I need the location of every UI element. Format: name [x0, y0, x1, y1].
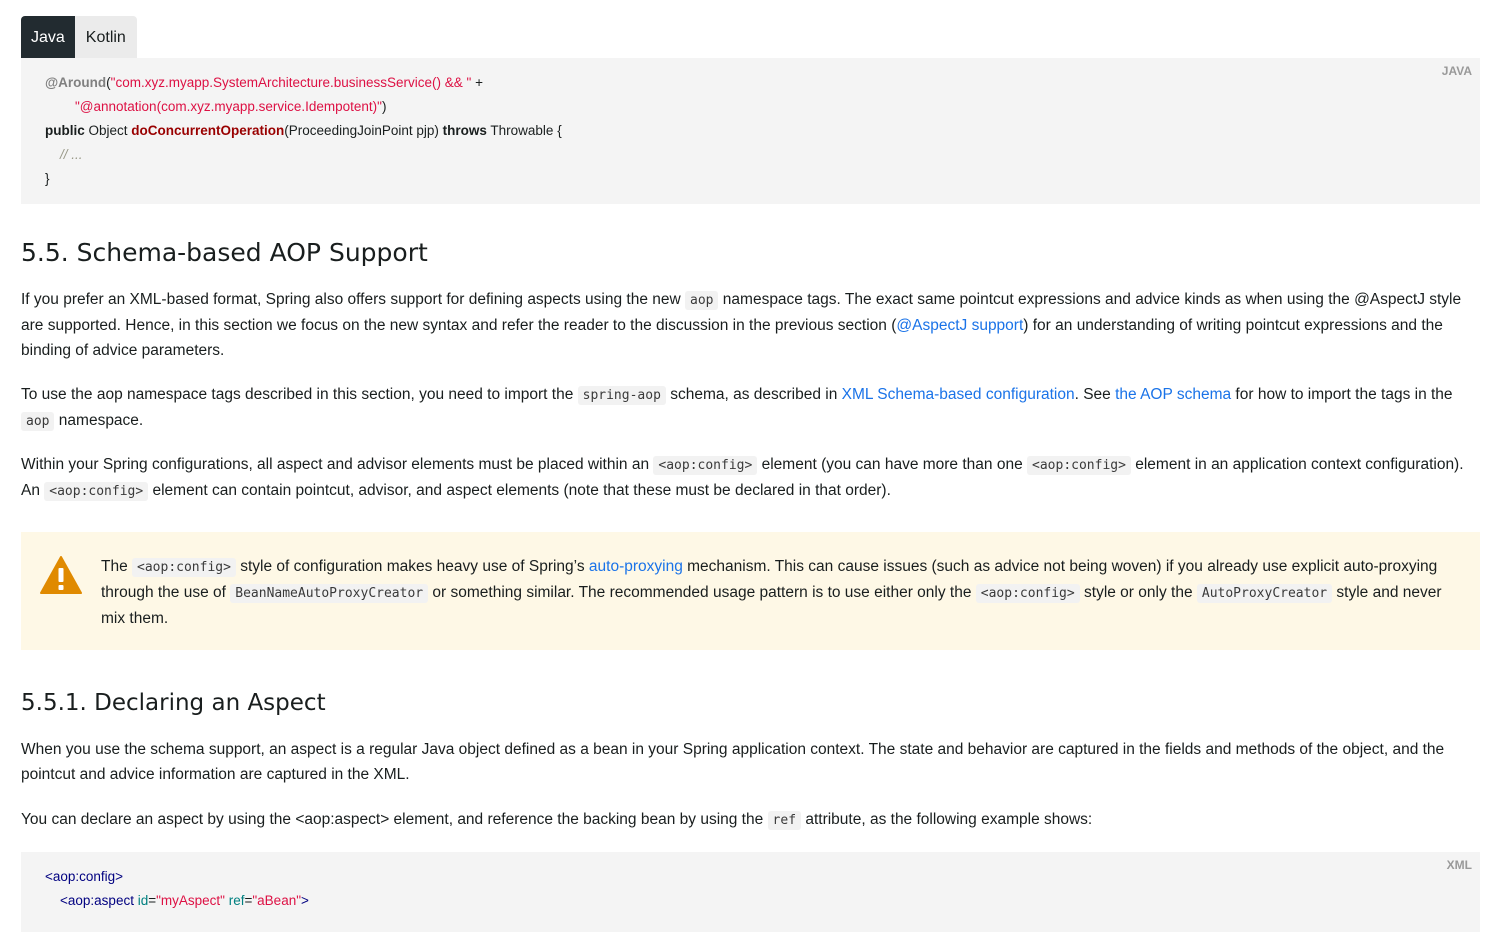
paragraph-schema-support: When you use the schema support, an aspe… — [21, 741, 1445, 783]
code-rest: Throwable { — [486, 123, 562, 138]
code-function-name: doConcurrentOperation — [131, 123, 285, 138]
inline-code: BeanNameAutoProxyCreator — [230, 584, 429, 603]
link-aop-schema[interactable]: the AOP schema — [1115, 386, 1231, 403]
code-tag: <aop:config> — [45, 869, 124, 884]
text: If you prefer an XML-based format, Sprin… — [21, 291, 685, 308]
code-string: "@annotation(com.xyz.myapp.service.Idemp… — [75, 99, 382, 114]
text: or something similar. The recommended us… — [428, 584, 976, 601]
link-auto-proxying[interactable]: auto-proxying — [589, 558, 683, 575]
text: style or only the — [1079, 584, 1197, 601]
code-language-label: XML — [1446, 858, 1472, 872]
tab-java[interactable]: Java — [21, 16, 75, 58]
code-comment: // ... — [60, 147, 83, 162]
warning-triangle-icon — [40, 556, 82, 594]
code-language-label: JAVA — [1441, 64, 1472, 78]
inline-code: spring-aop — [577, 386, 666, 405]
link-xml-schema-config[interactable]: XML Schema-based configuration — [842, 386, 1075, 403]
code-tag: > — [301, 893, 309, 908]
xml-code-block: XML <aop:config> <aop:aspect id="myAspec… — [21, 852, 1480, 932]
inline-code: <aop:config> — [1027, 456, 1131, 475]
inline-code: <aop:config> — [653, 456, 758, 475]
text: Within your Spring configurations, all a… — [21, 456, 654, 473]
text: The — [101, 558, 133, 575]
text: To use the aop namespace tags described … — [21, 386, 578, 403]
code-punct: = — [148, 893, 157, 908]
code-string: "com.xyz.myapp.SystemArchitecture.busine… — [110, 75, 472, 90]
code-type: Object — [84, 123, 132, 138]
code-attr: ref — [224, 893, 245, 908]
code-attr: id — [133, 893, 149, 908]
text: schema, as described in — [665, 386, 842, 403]
text: style of configuration makes heavy use o… — [235, 558, 589, 575]
code-keyword: public — [45, 123, 85, 138]
code-listing: <aop:config> <aop:aspect id="myAspect" r… — [45, 865, 309, 913]
code-keyword: throws — [442, 123, 487, 138]
language-tabs: Java Kotlin — [21, 16, 137, 58]
inline-code: AutoProxyCreator — [1196, 584, 1333, 603]
link-aspectj-support[interactable]: @AspectJ support — [896, 317, 1023, 334]
warning-text: The <aop:config> style of configuration … — [101, 554, 1466, 631]
inline-code: <aop:config> — [975, 584, 1080, 603]
paragraph-import: To use the aop namespace tags described … — [21, 382, 1480, 434]
code-params: (ProceedingJoinPoint pjp) — [284, 123, 443, 138]
inline-code: aop — [21, 412, 55, 431]
code-listing: @Around("com.xyz.myapp.SystemArchitectur… — [45, 71, 562, 191]
code-punct: ) — [381, 99, 387, 114]
inline-code: ref — [767, 811, 802, 830]
code-annotation: @Around — [45, 75, 107, 90]
code-punct: + — [471, 75, 483, 90]
tab-kotlin[interactable]: Kotlin — [74, 16, 137, 58]
java-code-block: JAVA @Around("com.xyz.myapp.SystemArchit… — [21, 58, 1480, 204]
section-title: 5.5. Schema-based AOP Support — [21, 238, 428, 267]
code-string: "aBean" — [252, 893, 301, 908]
text: namespace. — [54, 412, 144, 429]
text: for how to import the tags in the — [1231, 386, 1453, 403]
text: element can contain pointcut, advisor, a… — [148, 482, 891, 499]
text: element (you can have more than one — [757, 456, 1028, 473]
paragraph-declare-aspect: You can declare an aspect by using the <… — [21, 807, 1480, 833]
code-brace: } — [45, 171, 50, 186]
code-tag: <aop:aspect — [60, 893, 134, 908]
subsection-title: 5.5.1. Declaring an Aspect — [21, 690, 326, 716]
text: attribute, as the following example show… — [801, 811, 1093, 828]
text: . See — [1074, 386, 1116, 403]
paragraph-intro: If you prefer an XML-based format, Sprin… — [21, 287, 1480, 363]
warning-admonition: The <aop:config> style of configuration … — [21, 532, 1480, 650]
inline-code: <aop:config> — [132, 558, 236, 577]
paragraph-config: Within your Spring configurations, all a… — [21, 452, 1480, 504]
code-string: "myAspect" — [156, 893, 225, 908]
inline-code: <aop:config> — [44, 482, 149, 501]
inline-code: aop — [685, 291, 719, 310]
text: You can declare an aspect by using the <… — [21, 811, 768, 828]
